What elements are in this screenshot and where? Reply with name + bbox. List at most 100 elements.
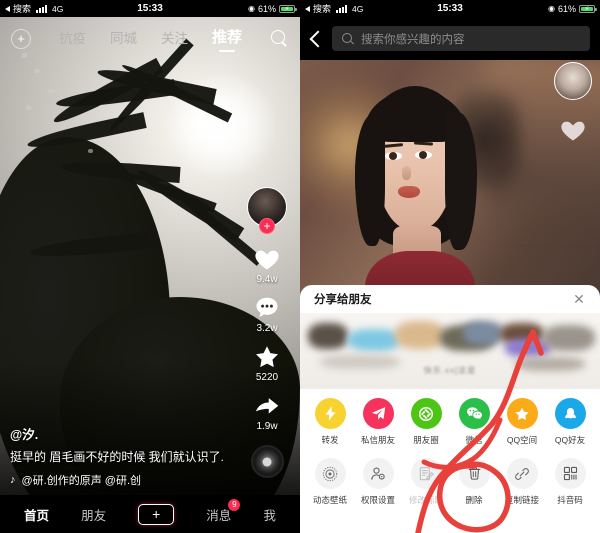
action-copy-link[interactable]: 复制链接 bbox=[500, 458, 544, 506]
music-disc-icon[interactable] bbox=[250, 445, 284, 478]
preview-blob bbox=[308, 323, 348, 349]
nose bbox=[402, 166, 411, 180]
link-icon bbox=[506, 458, 538, 489]
tab-kangyi[interactable]: 抗疫 bbox=[59, 27, 86, 51]
preview-blob bbox=[395, 321, 445, 349]
share-target-qq[interactable]: QQ好友 bbox=[548, 398, 592, 446]
search-icon bbox=[342, 32, 354, 45]
share-arrow-icon bbox=[255, 398, 279, 414]
search-placeholder: 搜索你感兴趣的内容 bbox=[361, 33, 465, 46]
music-note-icon: ♪ bbox=[10, 474, 16, 486]
action-live-wallpaper[interactable]: 动态壁纸 bbox=[308, 458, 352, 506]
comment-count: 3.2w bbox=[256, 323, 278, 334]
video-music-row[interactable]: ♪ @研.创作的原声 @研.创 bbox=[10, 472, 235, 488]
preview-blob bbox=[348, 329, 400, 351]
share-target-forward[interactable]: 转发 bbox=[308, 398, 352, 446]
close-icon[interactable]: ✕ bbox=[570, 290, 588, 308]
share-target-moments[interactable]: 朋友圈 bbox=[404, 398, 448, 446]
battery-percent-label: 61% bbox=[257, 3, 276, 14]
back-chevron-icon[interactable] bbox=[309, 30, 327, 47]
author-avatar[interactable] bbox=[554, 62, 592, 100]
video-preview-strip[interactable]: 快乐.xx[这是 bbox=[300, 313, 600, 388]
author-avatar[interactable]: + bbox=[247, 187, 287, 234]
favorite-action[interactable]: 5220 bbox=[252, 343, 282, 383]
lock-icon: ◉ bbox=[248, 4, 255, 13]
favorite-count: 5220 bbox=[255, 372, 279, 383]
leaf-highlight bbox=[26, 105, 31, 110]
feed-top-nav: + 抗疫 同城 关注 推荐 bbox=[0, 17, 300, 60]
share-target-direct-message[interactable]: 私信朋友 bbox=[356, 398, 400, 446]
trash-icon bbox=[458, 458, 490, 489]
status-bar-right-group: ◉ 61% ⚡ bbox=[248, 3, 297, 14]
edit-title-icon bbox=[410, 458, 442, 489]
share-target-label: QQ好友 bbox=[554, 435, 586, 445]
share-target-label: 私信朋友 bbox=[360, 435, 395, 445]
eye-left bbox=[385, 152, 402, 160]
heart-icon bbox=[255, 250, 279, 270]
preview-blob bbox=[543, 325, 595, 351]
eye-right bbox=[415, 151, 432, 159]
share-count: 1.9w bbox=[256, 421, 278, 432]
qq-penguin-icon bbox=[554, 398, 586, 429]
like-action[interactable]: 9.4w bbox=[252, 245, 282, 285]
detail-action-rail bbox=[554, 62, 592, 144]
tab-friends[interactable]: 朋友 bbox=[81, 505, 106, 524]
status-bar-right-group: ◉ 61% ⚡ bbox=[548, 4, 597, 14]
star-icon bbox=[256, 346, 278, 368]
video-action-rail: + 9.4w 3.2w 5220 1.9w bbox=[241, 187, 293, 478]
share-target-qzone[interactable]: QQ空间 bbox=[500, 398, 544, 446]
lock-icon: ◉ bbox=[548, 4, 555, 13]
subject-portrait bbox=[355, 86, 477, 311]
add-friends-icon[interactable]: + bbox=[11, 28, 31, 49]
battery-icon: ⚡ bbox=[579, 4, 597, 13]
share-target-label: QQ空间 bbox=[506, 435, 538, 445]
left-screenshot-panel: 搜索 4G 15:33 ◉ 61% ⚡ + 抗疫 同城 关注 推荐 + 9.4w… bbox=[0, 0, 300, 533]
action-label: 动态壁纸 bbox=[312, 495, 347, 505]
tab-home[interactable]: 首页 bbox=[24, 505, 49, 524]
share-target-label: 转发 bbox=[321, 435, 339, 445]
tab-tuijian[interactable]: 推荐 bbox=[212, 26, 242, 51]
action-label: 权限设置 bbox=[360, 495, 395, 505]
tab-guanzhu[interactable]: 关注 bbox=[161, 27, 188, 51]
share-action-row: 动态壁纸 权限设置 修改标题 删除 复制链接 抖音码 bbox=[300, 449, 600, 509]
tab-profile[interactable]: 我 bbox=[263, 505, 276, 524]
hair-side-left bbox=[355, 114, 385, 246]
screenshot-comparison: 搜索 4G 15:33 ◉ 61% ⚡ + 抗疫 同城 关注 推荐 + 9.4w… bbox=[0, 0, 600, 533]
permission-user-icon bbox=[362, 458, 394, 489]
share-target-wechat[interactable]: 微信 bbox=[452, 398, 496, 446]
qzone-star-icon bbox=[506, 398, 538, 429]
action-douyin-code[interactable]: 抖音码 bbox=[548, 458, 592, 506]
search-input[interactable]: 搜索你感兴趣的内容 bbox=[332, 26, 590, 51]
paper-plane-icon bbox=[362, 398, 394, 429]
qr-code-icon bbox=[554, 458, 586, 489]
preview-caption: 快乐.xx[这是 bbox=[423, 366, 477, 375]
leaf-highlight bbox=[60, 125, 66, 129]
video-author-name[interactable]: @汐. bbox=[10, 424, 235, 443]
preview-blob bbox=[463, 321, 503, 345]
action-permission-settings[interactable]: 权限设置 bbox=[356, 458, 400, 506]
follow-button[interactable]: + bbox=[259, 218, 275, 234]
lips bbox=[398, 186, 420, 198]
status-bar-right: 搜索 4G 15:33 ◉ 61% ⚡ bbox=[300, 0, 600, 17]
tab-messages[interactable]: 消息 9 bbox=[206, 498, 241, 524]
live-wallpaper-icon bbox=[314, 458, 346, 489]
video-caption-block: @汐. 挺早的 眉毛画不好的时候 我们就认识了. ♪ @研.创作的原声 @研.创 bbox=[10, 424, 235, 488]
share-target-label: 微信 bbox=[465, 435, 483, 445]
share-sheet: 分享给朋友 ✕ 快乐.xx[这是 转发 私信朋友 朋友圈 微信 QQ空间 QQ好… bbox=[300, 285, 600, 533]
action-delete[interactable]: 删除 bbox=[452, 458, 496, 506]
comment-action[interactable]: 3.2w bbox=[252, 294, 282, 334]
action-label: 删除 bbox=[465, 495, 483, 505]
action-edit-title: 修改标题 bbox=[404, 458, 448, 506]
share-sheet-header: 分享给朋友 ✕ bbox=[300, 285, 600, 313]
heart-icon[interactable] bbox=[558, 116, 588, 144]
share-target-row: 转发 私信朋友 朋友圈 微信 QQ空间 QQ好友 bbox=[300, 389, 600, 449]
preview-blob bbox=[320, 355, 400, 369]
tab-tongcheng[interactable]: 同城 bbox=[110, 27, 137, 51]
preview-blob bbox=[515, 357, 585, 371]
search-icon[interactable] bbox=[270, 29, 289, 48]
music-title: @研.创作的原声 @研.创 bbox=[21, 475, 142, 487]
create-video-button[interactable]: + bbox=[138, 503, 175, 525]
action-label: 复制链接 bbox=[504, 495, 539, 505]
share-action[interactable]: 1.9w bbox=[252, 392, 282, 432]
wechat-icon bbox=[458, 398, 490, 429]
